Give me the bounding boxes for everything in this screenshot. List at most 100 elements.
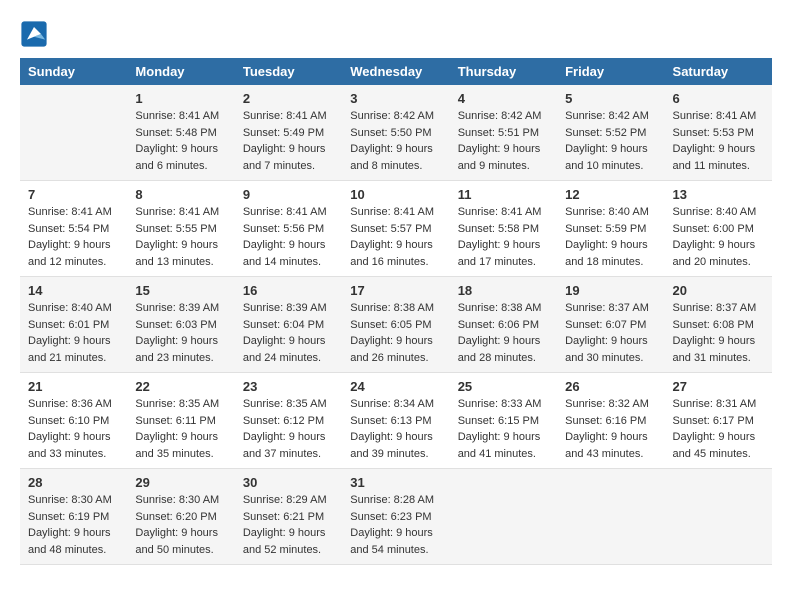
week-row: 1Sunrise: 8:41 AMSunset: 5:48 PMDaylight… bbox=[20, 85, 772, 181]
sunrise-text: Sunrise: 8:35 AM bbox=[243, 398, 327, 410]
daylight-text: Daylight: 9 hours and 26 minutes. bbox=[350, 335, 433, 364]
day-info: Sunrise: 8:40 AMSunset: 5:59 PMDaylight:… bbox=[565, 204, 656, 270]
header-sunday: Sunday bbox=[20, 58, 127, 85]
day-number: 22 bbox=[135, 379, 226, 394]
sunrise-text: Sunrise: 8:42 AM bbox=[458, 110, 542, 122]
day-info: Sunrise: 8:41 AMSunset: 5:57 PMDaylight:… bbox=[350, 204, 441, 270]
daylight-text: Daylight: 9 hours and 28 minutes. bbox=[458, 335, 541, 364]
day-number: 28 bbox=[28, 475, 119, 490]
day-number: 29 bbox=[135, 475, 226, 490]
daylight-text: Daylight: 9 hours and 35 minutes. bbox=[135, 431, 218, 460]
day-info: Sunrise: 8:34 AMSunset: 6:13 PMDaylight:… bbox=[350, 396, 441, 462]
daylight-text: Daylight: 9 hours and 23 minutes. bbox=[135, 335, 218, 364]
daylight-text: Daylight: 9 hours and 21 minutes. bbox=[28, 335, 111, 364]
day-number: 4 bbox=[458, 91, 549, 106]
calendar-cell: 11Sunrise: 8:41 AMSunset: 5:58 PMDayligh… bbox=[450, 181, 557, 277]
sunrise-text: Sunrise: 8:37 AM bbox=[565, 302, 649, 314]
sunrise-text: Sunrise: 8:30 AM bbox=[28, 494, 112, 506]
sunset-text: Sunset: 6:11 PM bbox=[135, 415, 216, 427]
sunrise-text: Sunrise: 8:41 AM bbox=[135, 206, 219, 218]
daylight-text: Daylight: 9 hours and 54 minutes. bbox=[350, 527, 433, 556]
daylight-text: Daylight: 9 hours and 17 minutes. bbox=[458, 239, 541, 268]
sunset-text: Sunset: 5:59 PM bbox=[565, 223, 646, 235]
header-tuesday: Tuesday bbox=[235, 58, 342, 85]
day-info: Sunrise: 8:41 AMSunset: 5:54 PMDaylight:… bbox=[28, 204, 119, 270]
calendar-cell: 18Sunrise: 8:38 AMSunset: 6:06 PMDayligh… bbox=[450, 277, 557, 373]
daylight-text: Daylight: 9 hours and 31 minutes. bbox=[673, 335, 756, 364]
daylight-text: Daylight: 9 hours and 10 minutes. bbox=[565, 143, 648, 172]
calendar-cell: 9Sunrise: 8:41 AMSunset: 5:56 PMDaylight… bbox=[235, 181, 342, 277]
daylight-text: Daylight: 9 hours and 11 minutes. bbox=[673, 143, 756, 172]
daylight-text: Daylight: 9 hours and 39 minutes. bbox=[350, 431, 433, 460]
daylight-text: Daylight: 9 hours and 24 minutes. bbox=[243, 335, 326, 364]
daylight-text: Daylight: 9 hours and 48 minutes. bbox=[28, 527, 111, 556]
calendar-cell: 20Sunrise: 8:37 AMSunset: 6:08 PMDayligh… bbox=[665, 277, 772, 373]
sunrise-text: Sunrise: 8:34 AM bbox=[350, 398, 434, 410]
daylight-text: Daylight: 9 hours and 16 minutes. bbox=[350, 239, 433, 268]
sunrise-text: Sunrise: 8:41 AM bbox=[673, 110, 757, 122]
day-number: 12 bbox=[565, 187, 656, 202]
sunrise-text: Sunrise: 8:35 AM bbox=[135, 398, 219, 410]
day-info: Sunrise: 8:38 AMSunset: 6:05 PMDaylight:… bbox=[350, 300, 441, 366]
daylight-text: Daylight: 9 hours and 13 minutes. bbox=[135, 239, 218, 268]
calendar-cell: 6Sunrise: 8:41 AMSunset: 5:53 PMDaylight… bbox=[665, 85, 772, 181]
sunrise-text: Sunrise: 8:41 AM bbox=[458, 206, 542, 218]
week-row: 28 Sunrise: 8:30 AM Sunset: 6:19 PM Dayligh… bbox=[20, 469, 772, 565]
calendar-cell: 26Sunrise: 8:32 AMSunset: 6:16 PMDayligh… bbox=[557, 373, 664, 469]
day-info: Sunrise: 8:39 AMSunset: 6:04 PMDaylight:… bbox=[243, 300, 334, 366]
sunrise-text: Sunrise: 8:40 AM bbox=[565, 206, 649, 218]
day-info: Sunrise: 8:40 AM Sunset: 6:01 PM Daylight:… bbox=[28, 300, 119, 366]
sunrise-text: Sunrise: 8:40 AM bbox=[28, 302, 112, 314]
day-info: Sunrise: 8:32 AM Sunset: 6:16 PM Daylight:… bbox=[565, 396, 656, 462]
day-number: 24 bbox=[350, 379, 441, 394]
sunset-text: Sunset: 6:16 PM bbox=[565, 415, 646, 427]
sunrise-text: Sunrise: 8:32 AM bbox=[565, 398, 649, 410]
day-number: 14 bbox=[28, 283, 119, 298]
day-number: 15 bbox=[135, 283, 226, 298]
page-header bbox=[20, 20, 772, 48]
sunrise-text: Sunrise: 8:31 AM bbox=[673, 398, 757, 410]
calendar-cell: 22 Sunrise: 8:35 AM Sunset: 6:11 PM Dayligh… bbox=[127, 373, 234, 469]
sunset-text: Sunset: 5:49 PM bbox=[243, 127, 324, 139]
calendar-cell bbox=[20, 85, 127, 181]
sunrise-text: Sunrise: 8:37 AM bbox=[673, 302, 757, 314]
calendar-cell: 2Sunrise: 8:41 AMSunset: 5:49 PMDaylight… bbox=[235, 85, 342, 181]
daylight-text: Daylight: 9 hours and 33 minutes. bbox=[28, 431, 111, 460]
day-info: Sunrise: 8:39 AMSunset: 6:03 PMDaylight:… bbox=[135, 300, 226, 366]
sunrise-text: Sunrise: 8:39 AM bbox=[243, 302, 327, 314]
sunset-text: Sunset: 5:52 PM bbox=[565, 127, 646, 139]
header-saturday: Saturday bbox=[665, 58, 772, 85]
daylight-text: Daylight: 9 hours and 43 minutes. bbox=[565, 431, 648, 460]
daylight-text: Daylight: 9 hours and 14 minutes. bbox=[243, 239, 326, 268]
day-number: 27 bbox=[673, 379, 764, 394]
sunset-text: Sunset: 6:19 PM bbox=[28, 511, 109, 523]
calendar-cell bbox=[450, 469, 557, 565]
day-info: Sunrise: 8:41 AM Sunset: 5:53 PM Daylight:… bbox=[673, 108, 764, 174]
day-info: Sunrise: 8:35 AM Sunset: 6:11 PM Daylight:… bbox=[135, 396, 226, 462]
day-number: 2 bbox=[243, 91, 334, 106]
sunset-text: Sunset: 5:58 PM bbox=[458, 223, 539, 235]
calendar-cell: 23Sunrise: 8:35 AMSunset: 6:12 PMDayligh… bbox=[235, 373, 342, 469]
sunset-text: Sunset: 6:12 PM bbox=[243, 415, 324, 427]
sunrise-text: Sunrise: 8:39 AM bbox=[135, 302, 219, 314]
sunset-text: Sunset: 6:01 PM bbox=[28, 319, 109, 331]
sunrise-text: Sunrise: 8:41 AM bbox=[350, 206, 434, 218]
sunset-text: Sunset: 6:05 PM bbox=[350, 319, 431, 331]
daylight-text: Daylight: 9 hours and 41 minutes. bbox=[458, 431, 541, 460]
sunset-text: Sunset: 5:53 PM bbox=[673, 127, 754, 139]
calendar-cell: 12Sunrise: 8:40 AMSunset: 5:59 PMDayligh… bbox=[557, 181, 664, 277]
sunrise-text: Sunrise: 8:28 AM bbox=[350, 494, 434, 506]
sunset-text: Sunset: 5:56 PM bbox=[243, 223, 324, 235]
day-number: 20 bbox=[673, 283, 764, 298]
calendar-cell: 7Sunrise: 8:41 AMSunset: 5:54 PMDaylight… bbox=[20, 181, 127, 277]
day-number: 25 bbox=[458, 379, 549, 394]
day-info: Sunrise: 8:41 AM Sunset: 5:58 PM Daylight:… bbox=[458, 204, 549, 270]
day-number: 18 bbox=[458, 283, 549, 298]
sunrise-text: Sunrise: 8:38 AM bbox=[458, 302, 542, 314]
week-row: 14 Sunrise: 8:40 AM Sunset: 6:01 PM Dayligh… bbox=[20, 277, 772, 373]
sunrise-text: Sunrise: 8:41 AM bbox=[28, 206, 112, 218]
daylight-text: Daylight: 9 hours and 52 minutes. bbox=[243, 527, 326, 556]
week-row: 21Sunrise: 8:36 AMSunset: 6:10 PMDayligh… bbox=[20, 373, 772, 469]
sunrise-text: Sunrise: 8:42 AM bbox=[565, 110, 649, 122]
calendar-cell: 10Sunrise: 8:41 AMSunset: 5:57 PMDayligh… bbox=[342, 181, 449, 277]
